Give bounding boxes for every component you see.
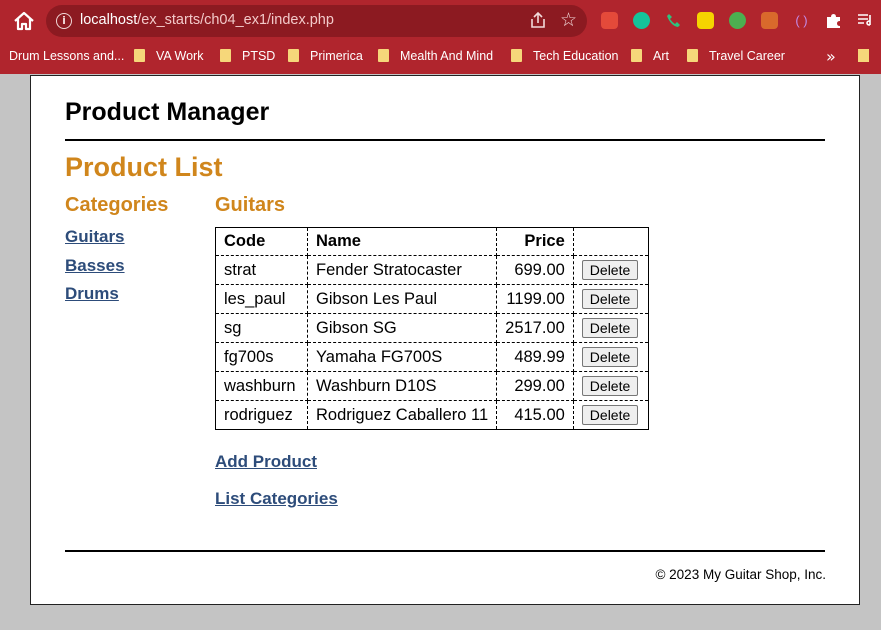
column-header-actions — [572, 227, 649, 256]
delete-button[interactable]: Delete — [581, 260, 639, 280]
column-header-price: Price — [496, 227, 574, 256]
folder-icon — [511, 49, 522, 62]
delete-button[interactable]: Delete — [581, 376, 639, 396]
product-price: 415.00 — [496, 400, 574, 430]
header-divider — [65, 139, 825, 141]
robot-extension-icon[interactable] — [729, 12, 746, 29]
delete-button[interactable]: Delete — [581, 318, 639, 338]
bookmark-tech-education[interactable]: Tech Education — [511, 49, 618, 63]
delete-button[interactable]: Delete — [581, 289, 639, 309]
table-row: strat Fender Stratocaster 699.00 Delete — [215, 255, 649, 285]
add-product-link[interactable]: Add Product — [215, 452, 317, 472]
orange-extension-icon[interactable] — [761, 12, 778, 29]
table-row: washburn Washburn D10S 299.00 Delete — [215, 371, 649, 401]
product-name: Yamaha FG700S — [306, 342, 498, 372]
category-link-guitars[interactable]: Guitars — [65, 227, 125, 247]
bookmark-ptsd[interactable]: PTSD — [220, 49, 275, 63]
folder-icon[interactable] — [858, 49, 869, 62]
bookmark-mealth-and-mind[interactable]: Mealth And Mind — [378, 49, 493, 63]
address-bar[interactable]: i localhost/ex_starts/ch04_ex1/index.php… — [46, 5, 587, 37]
product-table: Code Name Price strat Fender Stratocaste… — [215, 227, 649, 430]
folder-icon — [687, 49, 698, 62]
list-categories-link[interactable]: List Categories — [215, 489, 338, 509]
category-link-drums[interactable]: Drums — [65, 284, 119, 304]
home-icon[interactable] — [12, 10, 36, 32]
extensions-puzzle-icon[interactable] — [825, 12, 842, 29]
folder-icon — [378, 49, 389, 62]
delete-cell: Delete — [572, 342, 649, 372]
share-icon[interactable] — [528, 11, 548, 31]
delete-cell: Delete — [572, 313, 649, 343]
page-title: Product List — [65, 152, 223, 182]
product-code: sg — [215, 313, 308, 343]
bookmarks-overflow-icon[interactable]: » — [826, 47, 836, 66]
bookmark-star-icon[interactable]: ☆ — [560, 9, 577, 31]
folder-icon — [631, 49, 642, 62]
product-code: fg700s — [215, 342, 308, 372]
product-price: 699.00 — [496, 255, 574, 285]
page-container: Product Manager Product List Categories … — [30, 75, 860, 605]
product-code: strat — [215, 255, 308, 285]
product-price: 2517.00 — [496, 313, 574, 343]
product-name: Fender Stratocaster — [306, 255, 498, 285]
table-header-row: Code Name Price — [215, 227, 649, 256]
product-name: Rodriguez Caballero 11 — [306, 400, 498, 430]
product-name: Washburn D10S — [306, 371, 498, 401]
footer-divider — [65, 550, 825, 552]
bookmarks-bar: Drum Lessons and... VA Work PTSD Primeri… — [0, 42, 881, 74]
bookmark-art[interactable]: Art — [631, 49, 669, 63]
column-header-name: Name — [306, 227, 498, 256]
url-text[interactable]: localhost/ex_starts/ch04_ex1/index.php — [80, 12, 334, 28]
folder-icon — [220, 49, 231, 62]
grammarly-extension-icon[interactable] — [633, 12, 650, 29]
delete-cell: Delete — [572, 284, 649, 314]
categories-heading: Categories — [65, 194, 169, 216]
delete-cell: Delete — [572, 255, 649, 285]
todoist-extension-icon[interactable] — [601, 12, 618, 29]
delete-button[interactable]: Delete — [581, 347, 639, 367]
delete-cell: Delete — [572, 371, 649, 401]
phone-extension-icon[interactable] — [665, 12, 682, 29]
bookmark-va-work[interactable]: VA Work — [134, 49, 203, 63]
reading-list-icon[interactable] — [857, 12, 874, 29]
column-header-code: Code — [215, 227, 308, 256]
browser-toolbar: i localhost/ex_starts/ch04_ex1/index.php… — [0, 0, 881, 42]
delete-button[interactable]: Delete — [581, 405, 639, 425]
category-link-basses[interactable]: Basses — [65, 256, 125, 276]
product-code: washburn — [215, 371, 308, 401]
yellow-extension-icon[interactable] — [697, 12, 714, 29]
bracket-extension-icon[interactable]: ( ) — [793, 12, 810, 29]
info-icon[interactable]: i — [56, 13, 72, 29]
table-row: les_paul Gibson Les Paul 1199.00 Delete — [215, 284, 649, 314]
header-title: Product Manager — [65, 98, 270, 126]
bookmark-primerica[interactable]: Primerica — [288, 49, 363, 63]
delete-cell: Delete — [572, 400, 649, 430]
product-code: les_paul — [215, 284, 308, 314]
product-price: 299.00 — [496, 371, 574, 401]
footer-copyright: © 2023 My Guitar Shop, Inc. — [655, 567, 826, 582]
current-category-heading: Guitars — [215, 194, 286, 216]
bookmark-drum-lessons[interactable]: Drum Lessons and... — [9, 49, 124, 63]
folder-icon — [288, 49, 299, 62]
folder-icon — [134, 49, 145, 62]
product-code: rodriguez — [215, 400, 308, 430]
product-name: Gibson SG — [306, 313, 498, 343]
product-price: 489.99 — [496, 342, 574, 372]
product-price: 1199.00 — [496, 284, 574, 314]
table-row: sg Gibson SG 2517.00 Delete — [215, 313, 649, 343]
table-row: fg700s Yamaha FG700S 489.99 Delete — [215, 342, 649, 372]
product-name: Gibson Les Paul — [306, 284, 498, 314]
table-row: rodriguez Rodriguez Caballero 11 415.00 … — [215, 400, 649, 430]
bookmark-travel-career[interactable]: Travel Career — [687, 49, 785, 63]
